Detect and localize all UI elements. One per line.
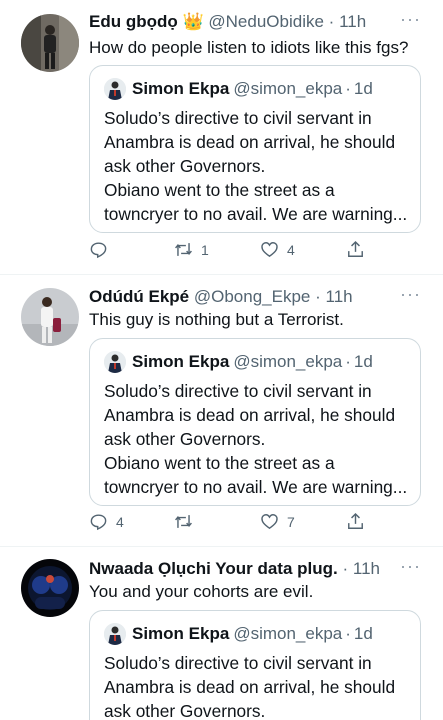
tweet-text: You and your cohorts are evil. [89, 582, 314, 601]
share-icon [348, 240, 363, 257]
quoted-text-line: Obiano went to the street as a [104, 180, 335, 200]
quoted-author-handle: @simon_ekpa [233, 624, 343, 643]
like-icon [261, 514, 278, 530]
like-count: 7 [287, 513, 295, 530]
author-name[interactable]: Edu gbọdọ 👑 [89, 12, 204, 31]
quoted-timestamp: 1d [353, 352, 373, 371]
tweet-header: Nwaada Ọlụchi Your data plug. · 11h [89, 558, 413, 580]
separator-dot: · [345, 352, 351, 371]
avatar[interactable] [21, 288, 79, 346]
avatar[interactable] [21, 14, 79, 72]
quoted-author-name: Simon Ekpa [132, 79, 230, 98]
quoted-tweet-header: Simon Ekpa @simon_ekpa · 1d [104, 351, 406, 373]
tweet-actions: 1 4 [89, 240, 379, 262]
quoted-text-line: Anambra is dead on arrival, he should [104, 132, 396, 152]
quoted-text-line: Soludo’s directive to civil servant in [104, 381, 372, 401]
quoted-text-line: ask other Governors. [104, 429, 266, 449]
tweet[interactable]: Nwaada Ọlụchi Your data plug. · 11h ··· … [0, 547, 443, 720]
tweet-actions: 4 7 [89, 512, 379, 534]
retweet-icon [175, 243, 192, 256]
quoted-tweet-header: Simon Ekpa @simon_ekpa · 1d [104, 623, 406, 645]
like-button[interactable]: 7 [260, 512, 295, 531]
tweet[interactable]: Edu gbọdọ 👑 @NeduObidike · 11h ··· How d… [0, 0, 443, 275]
more-icon[interactable]: ··· [400, 8, 421, 30]
quoted-author-name: Simon Ekpa [132, 624, 230, 643]
more-icon[interactable]: ··· [400, 555, 421, 577]
author-handle[interactable]: @NeduObidike [208, 12, 324, 31]
quoted-text-line: ask other Governors. [104, 701, 266, 720]
quoted-author-handle: @simon_ekpa [233, 352, 343, 371]
retweet-button[interactable] [174, 512, 201, 531]
author-handle[interactable]: @Obong_Ekpe [194, 287, 311, 306]
reply-count: 4 [116, 513, 124, 530]
avatar[interactable] [21, 559, 79, 617]
author-name[interactable]: Nwaada Ọlụchi Your data plug. [89, 559, 338, 578]
timeline-feed: Edu gbọdọ 👑 @NeduObidike · 11h ··· How d… [0, 0, 443, 720]
quoted-tweet[interactable]: Simon Ekpa @simon_ekpa · 1d Soludo’s dir… [89, 65, 421, 233]
separator-dot: · [342, 559, 349, 578]
separator-dot: · [315, 287, 321, 306]
more-icon[interactable]: ··· [400, 283, 421, 305]
reply-icon [90, 514, 107, 531]
retweet-button[interactable]: 1 [174, 240, 209, 259]
quoted-author-handle: @simon_ekpa [233, 79, 343, 98]
quoted-author-name: Simon Ekpa [132, 352, 230, 371]
quoted-text-line: Anambra is dead on arrival, he should [104, 405, 396, 425]
separator-dot: · [345, 624, 351, 643]
like-icon [261, 242, 278, 258]
avatar [104, 351, 126, 373]
quoted-text-line: towncryer to no avail. We are warning... [104, 204, 408, 224]
quoted-tweet[interactable]: Simon Ekpa @simon_ekpa · 1d Soludo’s dir… [89, 610, 421, 720]
quoted-tweet-text: Soludo’s directive to civil servant in A… [104, 106, 408, 226]
share-button[interactable] [346, 512, 373, 531]
retweet-count: 1 [201, 241, 209, 258]
reply-button[interactable] [89, 240, 116, 259]
quoted-text-line: Anambra is dead on arrival, he should [104, 677, 396, 697]
quoted-text-line: Soludo’s directive to civil servant in [104, 653, 372, 673]
tweet-text: This guy is nothing but a Terrorist. [89, 310, 344, 329]
quoted-tweet[interactable]: Simon Ekpa @simon_ekpa · 1d Soludo’s dir… [89, 338, 421, 506]
timestamp[interactable]: 11h [339, 12, 366, 31]
avatar [104, 623, 126, 645]
like-count: 4 [287, 241, 295, 258]
tweet-header: Edu gbọdọ 👑 @NeduObidike · 11h [89, 11, 413, 33]
timestamp[interactable]: 11h [326, 287, 353, 306]
quoted-text-line: Obiano went to the street as a [104, 453, 335, 473]
reply-button[interactable]: 4 [89, 512, 124, 531]
reply-icon [90, 242, 107, 259]
quoted-timestamp: 1d [353, 79, 373, 98]
tweet-text: How do people listen to idiots like this… [89, 38, 409, 57]
quoted-tweet-header: Simon Ekpa @simon_ekpa · 1d [104, 78, 406, 100]
retweet-icon [175, 515, 192, 528]
quoted-text-line: Soludo’s directive to civil servant in [104, 108, 372, 128]
quoted-text-line: ask other Governors. [104, 156, 266, 176]
quoted-tweet-text: Soludo’s directive to civil servant in A… [104, 651, 406, 720]
like-button[interactable]: 4 [260, 240, 295, 259]
quoted-timestamp: 1d [353, 624, 373, 643]
avatar [104, 78, 126, 100]
quoted-tweet-text: Soludo’s directive to civil servant in A… [104, 379, 408, 499]
tweet-header: Odúdú Ekpé @Obong_Ekpe · 11h [89, 286, 413, 308]
separator-dot: · [345, 79, 351, 98]
author-name[interactable]: Odúdú Ekpé [89, 287, 189, 306]
separator-dot: · [328, 12, 335, 31]
share-button[interactable] [346, 240, 373, 259]
quoted-text-line: towncryer to no avail. We are warning... [104, 477, 408, 497]
share-icon [348, 512, 363, 529]
timestamp[interactable]: 11h [353, 559, 380, 578]
tweet[interactable]: Odúdú Ekpé @Obong_Ekpe · 11h ··· This gu… [0, 275, 443, 547]
